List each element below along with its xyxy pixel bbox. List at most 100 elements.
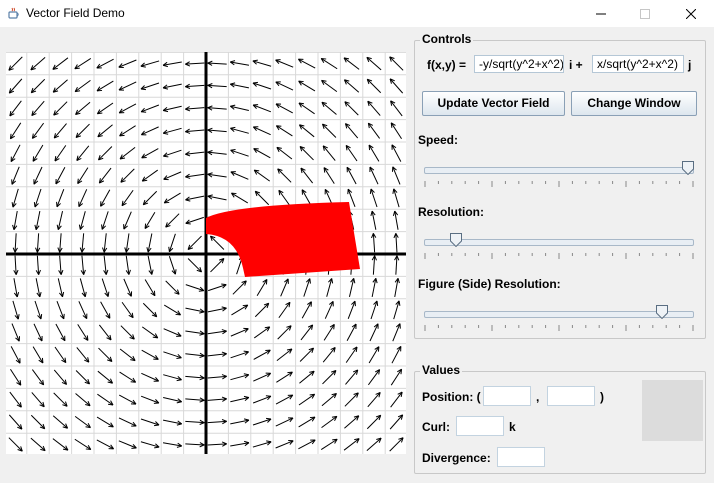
arrow-shaft bbox=[344, 392, 359, 407]
arrow-head bbox=[163, 155, 169, 158]
minimize-button[interactable] bbox=[578, 0, 624, 27]
arrow-head bbox=[185, 199, 191, 202]
field-arrow bbox=[118, 103, 137, 114]
field-arrow bbox=[141, 349, 159, 360]
slider-thumb[interactable] bbox=[656, 305, 669, 319]
arrow-shaft bbox=[369, 323, 379, 342]
field-arrow bbox=[10, 368, 22, 386]
arrow-shaft bbox=[98, 324, 112, 341]
arrow-head bbox=[266, 440, 272, 443]
arrow-shaft bbox=[299, 370, 315, 384]
vector-field-plot[interactable] bbox=[6, 52, 406, 454]
j-label: j bbox=[688, 58, 692, 72]
arrow-shaft bbox=[97, 124, 113, 138]
change-window-button[interactable]: Change Window bbox=[571, 91, 697, 116]
arrow-shaft bbox=[390, 391, 403, 408]
close-button[interactable] bbox=[668, 0, 714, 27]
arrow-shaft bbox=[253, 169, 271, 182]
fy-input[interactable]: x/sqrt(y^2+x^2) bbox=[592, 55, 684, 73]
figure-resolution-slider[interactable] bbox=[424, 305, 694, 339]
field-arrow bbox=[33, 323, 43, 342]
field-arrow bbox=[229, 82, 250, 89]
arrow-shaft bbox=[74, 415, 91, 429]
arrow-head bbox=[397, 278, 400, 284]
arrow-shaft bbox=[323, 324, 335, 341]
field-arrow bbox=[185, 284, 205, 292]
field-arrow bbox=[74, 79, 91, 93]
field-arrow bbox=[275, 417, 294, 427]
arrow-shaft bbox=[141, 148, 159, 159]
arrow-shaft bbox=[253, 349, 271, 360]
arrow-head bbox=[185, 153, 191, 157]
field-arrow bbox=[276, 371, 293, 383]
arrow-shaft bbox=[395, 255, 398, 275]
slider-track[interactable] bbox=[424, 311, 694, 318]
field-arrow bbox=[97, 393, 114, 406]
arrow-head bbox=[207, 150, 213, 153]
resolution-slider[interactable] bbox=[424, 233, 694, 267]
arrow-shaft bbox=[256, 279, 268, 297]
arrow-head bbox=[153, 424, 160, 427]
field-arrow bbox=[147, 255, 154, 275]
field-arrow bbox=[119, 371, 137, 383]
arrow-shaft bbox=[118, 417, 137, 427]
arrow-shaft bbox=[276, 125, 293, 137]
values-title: Values bbox=[420, 363, 463, 377]
curl-field[interactable] bbox=[456, 416, 504, 436]
arrow-shaft bbox=[298, 80, 316, 92]
field-arrow bbox=[321, 415, 338, 429]
field-arrow bbox=[343, 438, 360, 451]
field-arrow bbox=[185, 83, 205, 89]
field-arrow bbox=[140, 441, 160, 449]
window-title: Vector Field Demo bbox=[26, 6, 125, 20]
arrow-shaft bbox=[389, 56, 404, 71]
arrow-shaft bbox=[366, 78, 382, 94]
maximize-button[interactable] bbox=[622, 0, 668, 27]
field-arrow bbox=[207, 396, 227, 402]
position-x-field[interactable] bbox=[483, 386, 531, 406]
slider-thumb[interactable] bbox=[682, 161, 694, 175]
field-arrow bbox=[230, 171, 249, 180]
field-arrow bbox=[118, 394, 137, 405]
arrow-shaft bbox=[322, 123, 337, 138]
field-arrow bbox=[207, 419, 227, 425]
arrow-head bbox=[107, 291, 110, 297]
field-arrow bbox=[119, 125, 136, 137]
field-arrow bbox=[298, 80, 316, 92]
arrow-shaft bbox=[53, 123, 67, 139]
field-arrow bbox=[277, 168, 292, 183]
divergence-field[interactable] bbox=[497, 447, 545, 467]
vector-field-canvas[interactable] bbox=[6, 52, 406, 454]
arrow-head bbox=[163, 110, 169, 113]
slider-track[interactable] bbox=[424, 167, 694, 174]
title-bar: Vector Field Demo bbox=[0, 0, 714, 27]
arrow-shaft bbox=[9, 100, 22, 117]
field-arrow bbox=[9, 100, 22, 117]
field-arrow bbox=[366, 414, 382, 430]
field-arrow bbox=[54, 145, 67, 162]
speed-slider[interactable] bbox=[424, 161, 694, 195]
arrow-shaft bbox=[366, 414, 382, 430]
slider-thumb[interactable] bbox=[449, 233, 462, 247]
field-arrow bbox=[75, 123, 90, 138]
field-arrow bbox=[78, 211, 86, 230]
field-arrow bbox=[52, 57, 69, 70]
field-arrow bbox=[8, 414, 23, 430]
field-arrow bbox=[366, 78, 382, 94]
slider-thumb-shape bbox=[656, 305, 669, 319]
arrow-shaft bbox=[118, 81, 137, 91]
field-arrow bbox=[207, 127, 227, 133]
field-arrow bbox=[322, 346, 336, 363]
arrow-head bbox=[230, 149, 236, 151]
update-vector-field-button[interactable]: Update Vector Field bbox=[422, 91, 565, 116]
arrow-shaft bbox=[299, 347, 314, 362]
slider-track[interactable] bbox=[424, 239, 694, 246]
position-y-field[interactable] bbox=[547, 386, 595, 406]
arrow-head bbox=[146, 247, 149, 253]
curl-label: Curl: bbox=[422, 420, 450, 434]
field-arrow bbox=[162, 419, 183, 426]
field-arrow bbox=[102, 233, 108, 253]
fx-input[interactable]: -y/sqrt(y^2+x^2) bbox=[474, 55, 564, 73]
arrow-shaft bbox=[144, 211, 156, 229]
field-arrow bbox=[391, 166, 401, 185]
